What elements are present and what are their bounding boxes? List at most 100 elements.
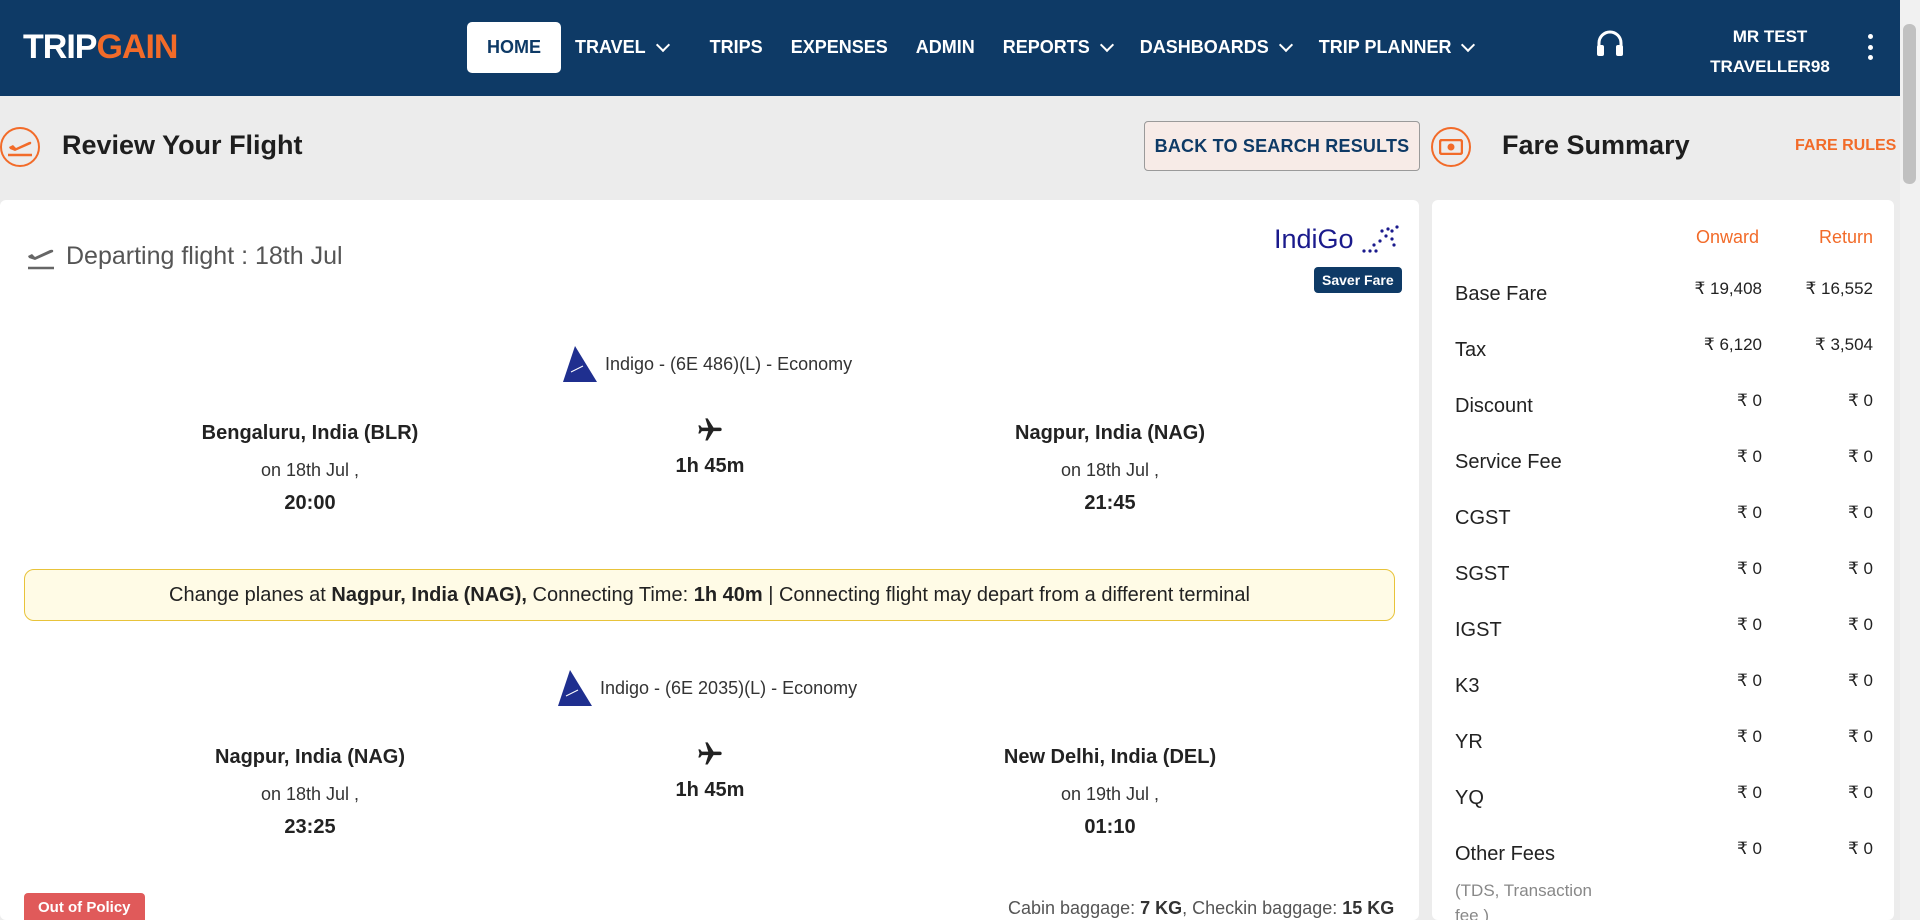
segment-carrier-label: Indigo - (6E 486)(L) - Economy [605,353,853,374]
segment-from-time: 20:00 [284,492,336,514]
user-name-line1: MR TEST [1732,27,1808,46]
nav-home[interactable]: HOME [467,22,561,73]
segment-from-date: on 18th Jul , [260,784,360,804]
segment-carrier: Indigo - (6E 486)(L) - Economy [561,344,852,384]
nav-trips[interactable]: TRIPS [696,22,777,73]
flight-takeoff-icon [0,127,40,167]
fare-row-label: Service Fee [1455,451,1562,473]
segment-to-time: 01:10 [1084,816,1136,838]
chevron-down-icon [655,37,670,52]
segment-duration-block: 1h 45m [650,740,770,802]
fare-row-return: ₹ 0 [1848,783,1873,802]
headset-support-icon[interactable] [1594,28,1626,60]
segment-from-city: Nagpur, India (NAG) [215,746,405,768]
chevron-down-icon [1099,37,1114,52]
fare-rules-link[interactable]: FARE RULES [1795,137,1896,155]
segment-from-time: 23:25 [284,816,336,838]
fare-row-return: ₹ 3,504 [1814,335,1873,354]
fare-row-label: SGST [1455,563,1510,585]
flight-details-card: Departing flight : 18th Jul IndiGo Saver… [0,200,1419,920]
back-to-search-results-button[interactable]: BACK TO SEARCH RESULTS [1144,121,1420,171]
out-of-policy-badge: Out of Policy [24,893,145,920]
connection-banner: Change planes at Nagpur, India (NAG), Co… [24,569,1395,621]
connection-time-label: Connecting Time: [532,583,689,606]
segment-duration: 1h 45m [675,455,745,477]
fare-row-return: ₹ 0 [1848,447,1873,466]
onward-column-header: Onward [1696,227,1760,247]
checkin-baggage-label: , Checkin baggage: [1182,898,1338,918]
tripgain-logo[interactable]: TRIP GAIN [23,27,178,67]
logo-gain-text: GAIN [96,27,178,66]
other-fees-note: (TDS, Transaction fee ) [1455,878,1592,920]
nav-trip-planner[interactable]: TRIP PLANNER [1305,22,1488,73]
fare-row-onward: ₹ 0 [1737,783,1762,802]
segment-to-date: on 19th Jul , [1060,784,1160,804]
nav-dashboards-label: DASHBOARDS [1139,37,1269,57]
chevron-down-icon [1278,37,1293,52]
segment-to-date: on 18th Jul , [1060,460,1160,480]
return-column-header: Return [1819,227,1874,247]
nav-travel[interactable]: TRAVEL [561,22,682,73]
checkin-baggage-value: 15 KG [1342,898,1395,918]
fare-row-label: K3 [1455,675,1480,697]
fare-row-onward: ₹ 0 [1737,503,1762,522]
departing-flight-label: Departing flight : 18th Jul [66,242,343,270]
indigo-airline-logo: IndiGo [1274,224,1400,255]
fare-row-return: ₹ 0 [1848,839,1873,858]
fare-row-label: Base Fare [1455,283,1548,305]
segment-to-city: Nagpur, India (NAG) [1015,422,1205,444]
fare-summary-card: Onward Return Base Fare ₹ 19,408 ₹ 16,552 T… [1432,200,1894,920]
nav-travel-label: TRAVEL [575,37,646,57]
fare-row-return: ₹ 0 [1848,671,1873,690]
other-fees-note-line2: fee ) [1455,906,1490,920]
nav-reports-label: REPORTS [1002,37,1090,57]
airline-logo-text: IndiGo [1274,224,1354,254]
connection-city: Nagpur, India (NAG), [331,583,527,606]
airplane-icon [698,742,722,765]
user-name-line2: TRAVELLER98 [1710,57,1830,76]
nav-admin[interactable]: ADMIN [902,22,989,73]
fare-row-onward: ₹ 0 [1737,391,1762,410]
connection-prefix: Change planes at [169,583,326,606]
fare-row-onward: ₹ 0 [1737,559,1762,578]
main-nav: HOME TRAVEL TRIPS EXPENSES ADMIN REPORTS… [467,22,1487,73]
logo-trip-text: TRIP [23,27,97,66]
nav-trip-planner-label: TRIP PLANNER [1318,37,1452,57]
nav-dashboards[interactable]: DASHBOARDS [1126,22,1305,73]
segment-from-city: Bengaluru, India (BLR) [201,422,419,444]
nav-admin-label: ADMIN [915,37,975,57]
fare-row-onward: ₹ 6,120 [1703,335,1762,354]
user-menu[interactable]: MR TEST TRAVELLER98 [1700,22,1840,82]
nav-expenses[interactable]: EXPENSES [777,22,902,73]
fare-row-label: Discount [1455,395,1533,417]
segment-carrier: Indigo - (6E 2035)(L) - Economy [556,668,857,708]
fare-row-return: ₹ 0 [1848,503,1873,522]
chevron-down-icon [1461,37,1476,52]
nav-home-label: HOME [487,37,541,57]
fare-row-label: YQ [1455,787,1484,809]
fare-row-return: ₹ 0 [1848,727,1873,746]
fare-row-onward: ₹ 0 [1737,447,1762,466]
segment-duration-block: 1h 45m [650,416,770,478]
more-vert-icon[interactable] [1866,34,1874,60]
other-fees-note-line1: (TDS, Transaction [1455,881,1592,900]
nav-expenses-label: EXPENSES [790,37,888,57]
fare-row-return: ₹ 16,552 [1805,279,1873,298]
connection-note: | Connecting flight may depart from a di… [768,583,1250,606]
fare-row-return: ₹ 0 [1848,559,1873,578]
scrollbar-thumb[interactable] [1903,24,1916,184]
fare-row-onward: ₹ 0 [1737,839,1762,858]
fare-row-onward: ₹ 0 [1737,671,1762,690]
baggage-info: Cabin baggage: 7 KG, Checkin baggage: 15… [1008,898,1394,919]
fare-row-onward: ₹ 0 [1737,727,1762,746]
segment-to-time: 21:45 [1084,492,1136,514]
fare-row-label: CGST [1455,507,1511,529]
fare-type-badge: Saver Fare [1314,267,1402,293]
fare-row-onward: ₹ 19,408 [1694,279,1762,298]
money-icon [1431,127,1471,167]
fare-row-label: IGST [1455,619,1502,641]
fare-summary-title: Fare Summary [1502,130,1690,160]
indigo-tail-icon [563,346,597,382]
nav-reports[interactable]: REPORTS [989,22,1126,73]
indigo-plane-dots-icon [1361,224,1399,253]
